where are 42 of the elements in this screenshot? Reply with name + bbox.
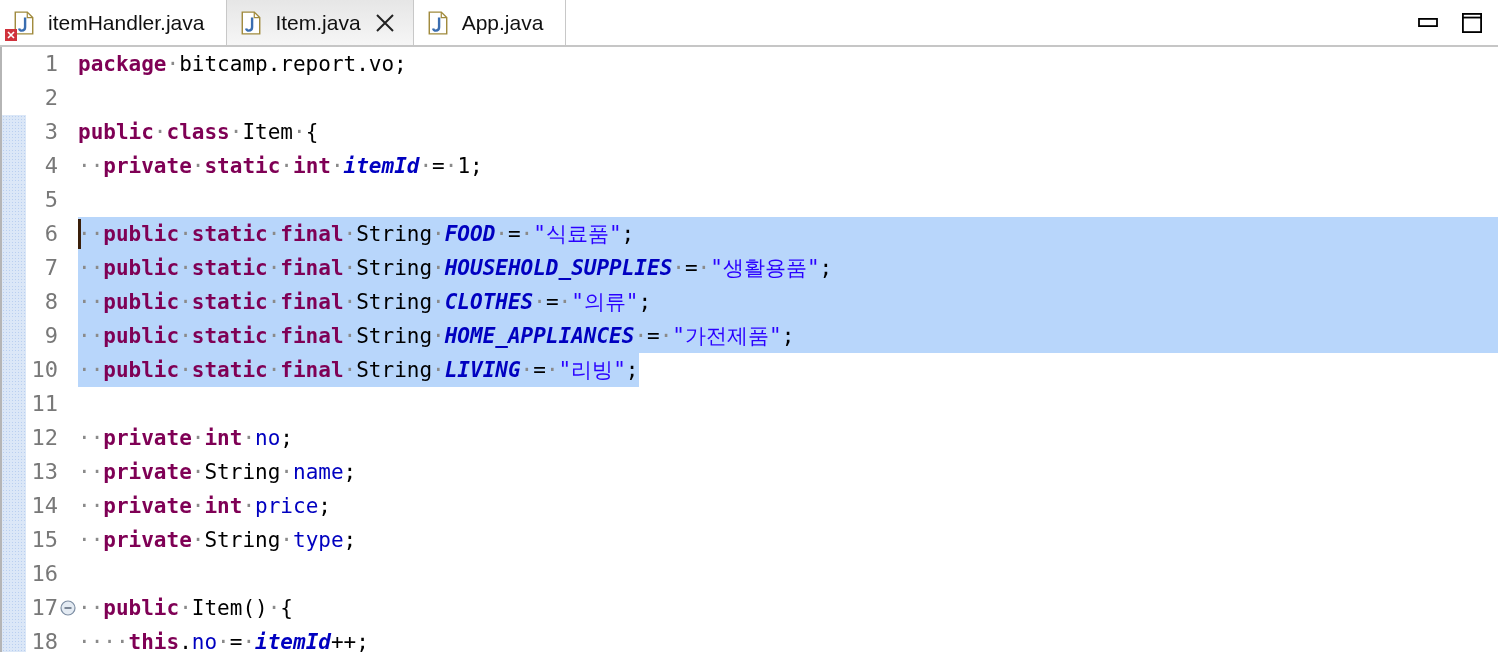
collapse-icon[interactable] xyxy=(60,600,76,616)
line-number: 1 xyxy=(43,50,58,78)
code-line: ··private·String·type; xyxy=(78,527,357,554)
line-number: 17 xyxy=(30,594,58,622)
line-number: 13 xyxy=(30,458,58,486)
line-number: 4 xyxy=(43,152,58,180)
line-number: 7 xyxy=(43,254,58,282)
java-file-icon xyxy=(427,10,448,35)
line-number: 11 xyxy=(30,390,58,418)
code-line: ··private·static·int·itemId·=·1; xyxy=(78,153,483,180)
line-number: 15 xyxy=(30,526,58,554)
line-number: 8 xyxy=(43,288,58,316)
code-line: ··public·Item()·{ xyxy=(78,595,293,622)
editor-tab[interactable]: App.java xyxy=(413,0,567,45)
line-number: 9 xyxy=(43,322,58,350)
line-number: 12 xyxy=(30,424,58,452)
java-file-icon xyxy=(241,10,262,35)
line-number: 10 xyxy=(30,356,58,384)
line-number: 16 xyxy=(30,560,58,588)
close-icon[interactable] xyxy=(374,12,395,33)
line-number: 5 xyxy=(43,186,58,214)
code-line: public·class·Item·{ xyxy=(78,119,319,146)
code-line: package·bitcamp.report.vo; xyxy=(78,51,407,78)
java-file-icon xyxy=(14,10,34,35)
line-number: 2 xyxy=(43,84,58,112)
code-line: ··private·String·name; xyxy=(78,459,357,486)
maximize-icon[interactable] xyxy=(1462,12,1482,33)
code-line: ··public·static·final·String·HOME_APPLIANCES·=·"가전제품"; xyxy=(78,323,795,350)
code-line: ··public·static·final·String·FOOD·=·"식료품"; xyxy=(78,221,635,248)
minimize-icon[interactable] xyxy=(1418,18,1438,27)
code-line: ··public·static·final·String·HOUSEHOLD_SUPPLIES·=·"생활용품"; xyxy=(78,255,833,282)
code-line: ··private·int·no; xyxy=(78,425,293,452)
line-number: 3 xyxy=(43,118,58,146)
code-line: ··public·static·final·String·LIVING·=·"리빙"; xyxy=(78,357,639,384)
line-number: 18 xyxy=(30,628,58,652)
editor-tab[interactable]: Item.java xyxy=(227,0,414,45)
line-number: 14 xyxy=(30,492,58,520)
editor-tab[interactable]: itemHandler.java xyxy=(0,0,228,45)
line-number: 6 xyxy=(43,220,58,248)
code-line: ··public·static·final·String·CLOTHES·=·"의류"; xyxy=(78,289,652,316)
code-line: ··private·int·price; xyxy=(78,493,331,520)
code-line: ····this.no·=·itemId++; xyxy=(78,629,369,652)
